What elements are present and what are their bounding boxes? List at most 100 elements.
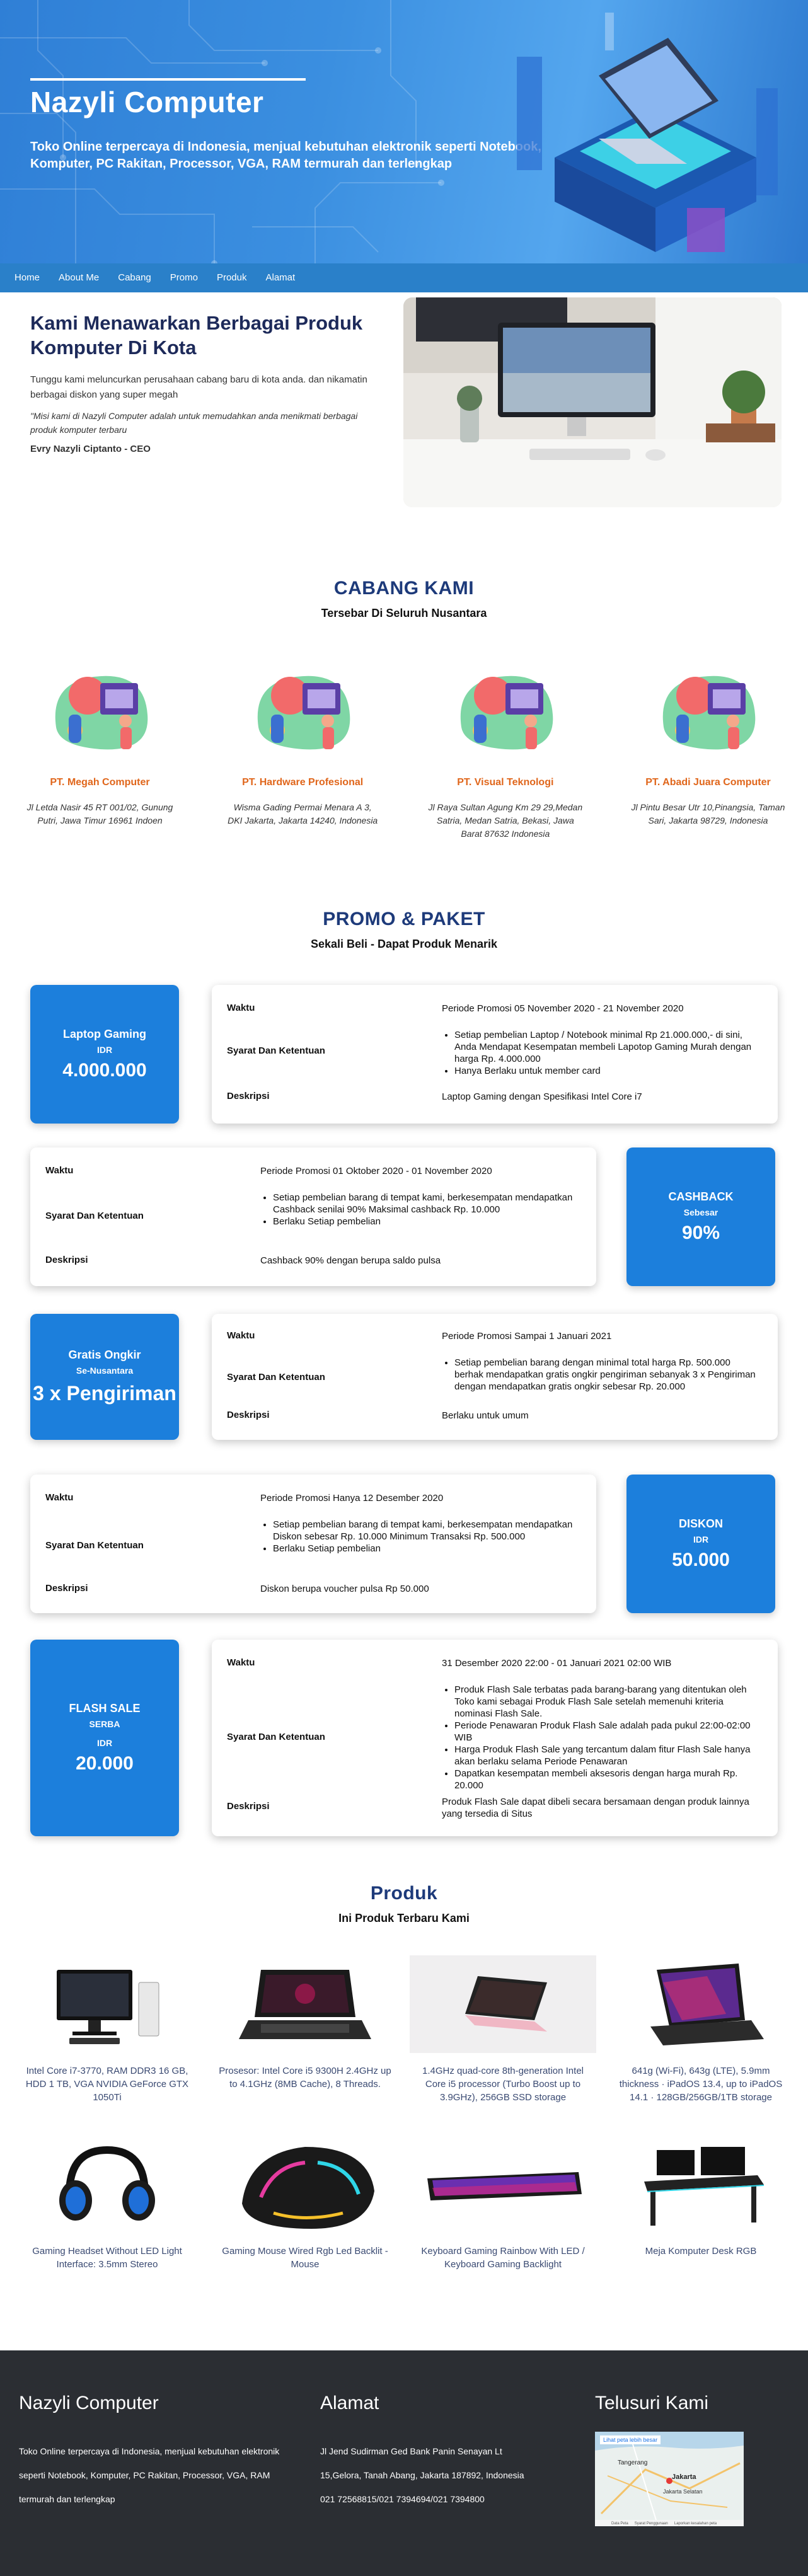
branch-name: PT. Megah Computer xyxy=(50,777,150,788)
label-deskripsi: Deskripsi xyxy=(45,1255,88,1265)
map-attribution-item[interactable]: Data Peta xyxy=(611,2522,628,2526)
product-desc: Gaming Headset Without LED Light Interfa… xyxy=(32,2246,182,2270)
promo-detail-card: Waktu 31 Desember 2020 22:00 - 01 Januar… xyxy=(212,1640,778,1836)
promo-detail-card: Waktu Periode Promosi 01 Oktober 2020 - … xyxy=(30,1147,596,1286)
map-attribution-item[interactable]: Laporkan kesalahan peta xyxy=(674,2522,717,2526)
map-attribution-item[interactable]: Syarat Penggunaan xyxy=(635,2522,668,2526)
branch-address: Wisma Gading Permai Menara A 3, DKI Jaka… xyxy=(228,802,378,825)
label-waktu: Waktu xyxy=(45,1165,74,1176)
badge-amount: 90% xyxy=(681,1222,720,1243)
badge-line-2: IDR xyxy=(96,1044,113,1055)
promo-detail-card: Waktu Periode Promosi 05 November 2020 -… xyxy=(212,985,778,1124)
product-card[interactable]: Gaming Mouse Wired Rgb Led Backlit - Mou… xyxy=(212,2136,398,2271)
label-waktu: Waktu xyxy=(45,1492,74,1503)
address-phone: 021 72568815/021 7394694/021 7394800 xyxy=(320,2494,485,2504)
about-ceo: Evry Nazyli Ciptanto - CEO xyxy=(30,444,151,454)
product-desc: 1.4GHz quad-core 8th-generation Intel Co… xyxy=(422,2066,584,2103)
nav-about[interactable]: About Me xyxy=(49,263,108,292)
nav-alamat[interactable]: Alamat xyxy=(257,263,305,292)
product-desc: Keyboard Gaming Rainbow With LED / Keybo… xyxy=(421,2246,585,2270)
produk-title: Produk xyxy=(370,1883,438,1904)
map-larger-link[interactable]: Lihat peta lebih besar xyxy=(600,2435,661,2444)
waktu-value: Periode Promosi 01 Oktober 2020 - 01 Nov… xyxy=(260,1166,492,1176)
syarat-item: Harga Produk Flash Sale yang tercantum d… xyxy=(454,1744,763,1768)
branch-name: PT. Abadi Juara Computer xyxy=(645,777,771,788)
cabang-title: CABANG KAMI xyxy=(333,578,475,599)
promo-section: PROMO & PAKET Sekali Beli - Dapat Produk… xyxy=(0,909,808,1840)
badge-amount: 20.000 xyxy=(76,1752,134,1774)
syarat-item: Berlaku Setiap pembelian xyxy=(273,1216,575,1228)
product-card[interactable]: Gaming Headset Without LED Light Interfa… xyxy=(14,2136,200,2271)
syarat-value: Produk Flash Sale terbatas pada barang-b… xyxy=(442,1684,763,1791)
map-icon xyxy=(595,2432,744,2526)
product-card[interactable]: Meja Komputer Desk RGB xyxy=(608,2136,794,2271)
badge-line-1: FLASH SALE xyxy=(69,1701,141,1715)
product-desc: 641g (Wi-Fi), 643g (LTE), 5.9mm thicknes… xyxy=(619,2066,783,2103)
badge-line-2: Se-Nusantara xyxy=(76,1365,134,1376)
syarat-item: Periode Penawaran Produk Flash Sale adal… xyxy=(454,1720,763,1744)
nav-promo[interactable]: Promo xyxy=(161,263,207,292)
promo-badge: Laptop Gaming IDR 4.000.000 xyxy=(30,985,179,1124)
tablet-keyboard-icon xyxy=(650,1963,764,2045)
promo-badge: Gratis Ongkir Se-Nusantara 3 x Pengirima… xyxy=(30,1314,179,1440)
badge-line-2: IDR xyxy=(693,1534,709,1544)
promo-list: Laptop Gaming IDR 4.000.000 Waktu Period… xyxy=(0,977,808,1840)
embedded-map[interactable]: Lihat peta lebih besar Tangerang Jakarta… xyxy=(595,2432,744,2526)
footer-address-title: Alamat xyxy=(320,2393,379,2413)
label-syarat: Syarat Dan Ketentuan xyxy=(227,1732,325,1742)
promo-subtitle: Sekali Beli - Dapat Produk Menarik xyxy=(310,938,498,950)
product-desc: Meja Komputer Desk RGB xyxy=(645,2246,757,2257)
branch-card: PT. Megah Computer Jl Letda Nasir 45 RT … xyxy=(23,658,177,841)
syarat-value: Setiap pembelian barang dengan minimal t… xyxy=(442,1357,757,1393)
deskripsi-value: Produk Flash Sale dapat dibeli secara be… xyxy=(442,1797,749,1819)
footer-map: Telusuri Kami Lihat peta lebih besar Tan… xyxy=(595,2393,784,2526)
title-rule xyxy=(30,78,306,81)
branch-name: PT. Hardware Profesional xyxy=(242,777,364,788)
syarat-value: Setiap pembelian Laptop / Notebook minim… xyxy=(442,1029,757,1077)
product-card[interactable]: Keyboard Gaming Rainbow With LED / Keybo… xyxy=(410,2136,596,2271)
waktu-value: Periode Promosi Sampai 1 Januari 2021 xyxy=(442,1331,612,1342)
promo-item: Waktu Periode Promosi 01 Oktober 2020 - … xyxy=(0,1146,808,1314)
map-label: Jakarta xyxy=(672,2473,696,2481)
product-card[interactable]: Prosesor: Intel Core i5 9300H 2.4GHz up … xyxy=(212,1955,398,2104)
nav-cabang[interactable]: Cabang xyxy=(108,263,161,292)
address-line: Jl Jend Sudirman Ged Bank Panin Senayan … xyxy=(320,2446,502,2456)
deskripsi-value: Laptop Gaming dengan Spesifikasi Intel C… xyxy=(442,1091,642,1102)
site-footer: Nazyli Computer Toko Online terpercaya d… xyxy=(0,2350,808,2576)
deskripsi-value: Berlaku untuk umum xyxy=(442,1410,529,1421)
about-quote: "Misi kami di Nazyli Computer adalah unt… xyxy=(30,411,358,435)
promo-item: Waktu Periode Promosi Hanya 12 Desember … xyxy=(0,1475,808,1640)
product-card[interactable]: 1.4GHz quad-core 8th-generation Intel Co… xyxy=(410,1955,596,2104)
label-syarat: Syarat Dan Ketentuan xyxy=(227,1372,325,1383)
promo-item: Laptop Gaming IDR 4.000.000 Waktu Period… xyxy=(0,977,808,1146)
promo-title: PROMO & PAKET xyxy=(323,909,485,929)
product-card[interactable]: 641g (Wi-Fi), 643g (LTE), 5.9mm thicknes… xyxy=(608,1955,794,2104)
deskripsi-value: Diskon berupa voucher pulsa Rp 50.000 xyxy=(260,1584,429,1594)
waktu-value: Periode Promosi Hanya 12 Desember 2020 xyxy=(260,1493,444,1504)
promo-detail-card: Waktu Periode Promosi Sampai 1 Januari 2… xyxy=(212,1314,778,1440)
syarat-value: Setiap pembelian barang di tempat kami, … xyxy=(260,1519,575,1555)
about-section: Kami Menawarkan Berbagai Produk Komputer… xyxy=(0,292,808,516)
team-illustration-icon xyxy=(257,676,350,750)
product-grid: Gaming Headset Without LED Light Interfa… xyxy=(0,2136,808,2271)
promo-badge: DISKON IDR 50.000 xyxy=(626,1475,775,1613)
badge-line-1: CASHBACK xyxy=(668,1190,734,1203)
branch-address: Jl Letda Nasir 45 RT 001/02, Gunung Putr… xyxy=(26,802,173,825)
nav-produk[interactable]: Produk xyxy=(207,263,257,292)
footer-about-text: Toko Online terpercaya di Indonesia, men… xyxy=(19,2446,280,2504)
branch-card: PT. Abadi Juara Computer Jl Pintu Besar … xyxy=(631,658,785,841)
waktu-value: Periode Promosi 05 November 2020 - 21 No… xyxy=(442,1003,684,1014)
label-syarat: Syarat Dan Ketentuan xyxy=(45,1540,144,1551)
branch-card: PT. Visual Teknologi Jl Raya Sultan Agun… xyxy=(428,658,582,841)
label-syarat: Syarat Dan Ketentuan xyxy=(45,1210,144,1221)
address-line: 15,Gelora, Tanah Abang, Jakarta 187892, … xyxy=(320,2470,524,2480)
team-illustration-icon xyxy=(663,676,756,750)
syarat-item: Setiap pembelian barang dengan minimal t… xyxy=(454,1357,757,1393)
nav-home[interactable]: Home xyxy=(5,263,49,292)
desk-icon xyxy=(644,2146,765,2226)
desktop-pc-icon xyxy=(57,1969,159,2044)
badge-line-1: Gratis Ongkir xyxy=(68,1348,141,1361)
product-card[interactable]: Intel Core i7-3770, RAM DDR3 16 GB, HDD … xyxy=(14,1955,200,2104)
team-illustration-icon xyxy=(460,676,553,750)
produk-subtitle: Ini Produk Terbaru Kami xyxy=(338,1912,470,1924)
